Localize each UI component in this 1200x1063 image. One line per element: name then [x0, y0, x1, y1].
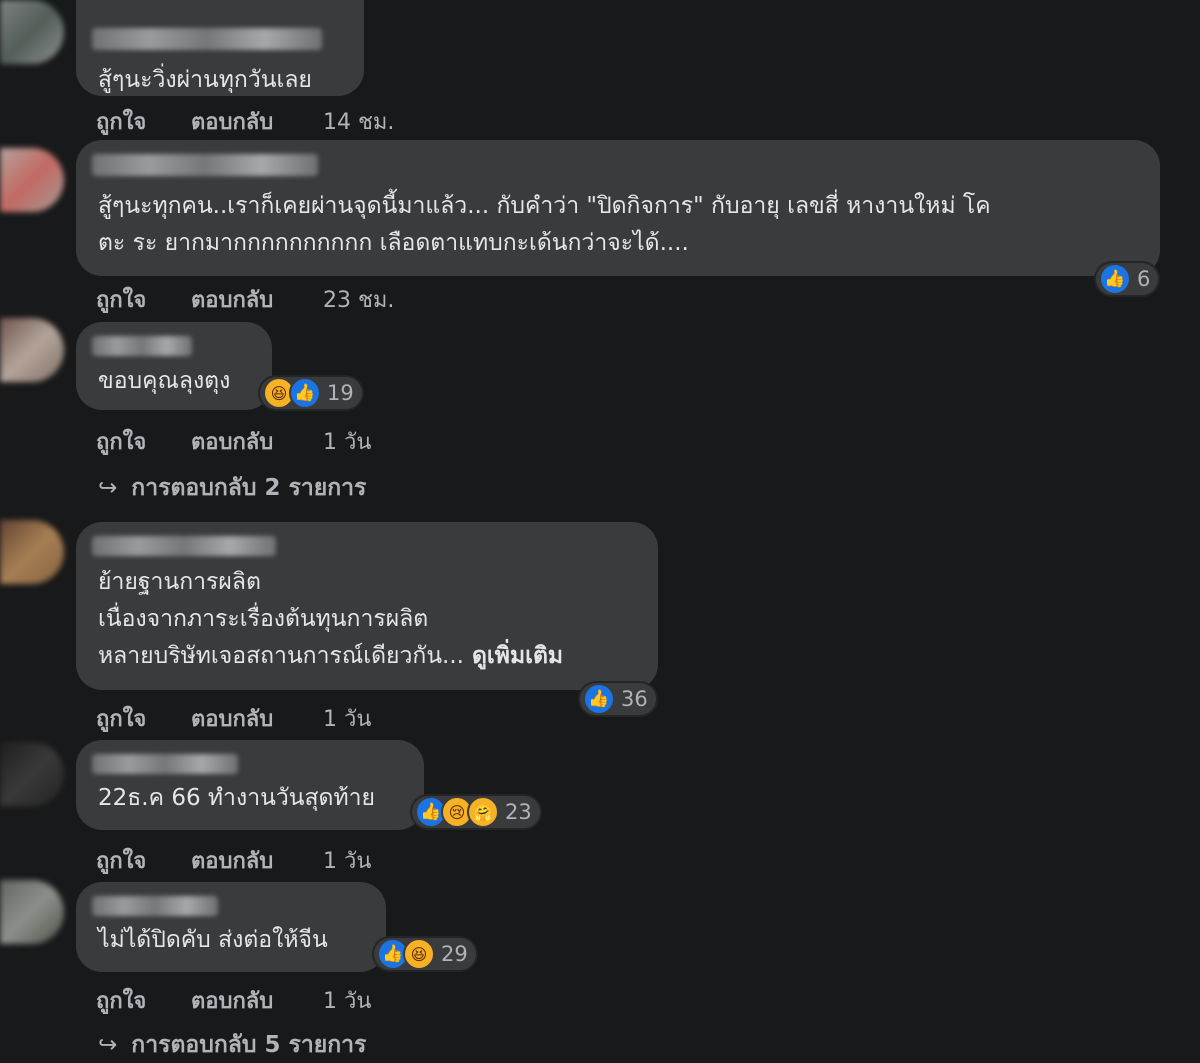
reply-button[interactable]: ตอบกลับ: [191, 983, 323, 1018]
comment-timestamp[interactable]: 1 วัน: [323, 424, 371, 459]
like-button[interactable]: ถูกใจ: [96, 983, 191, 1018]
reaction-count: 6: [1137, 267, 1151, 291]
reply-button[interactable]: ตอบกลับ: [191, 424, 323, 459]
comment-text: สู้ๆนะวิ่งผ่านทุกวันเลย: [98, 67, 312, 93]
comment-bubble: 22ธ.ค 66 ทำงานวันสุดท้าย: [76, 740, 424, 830]
like-button[interactable]: ถูกใจ: [96, 424, 191, 459]
comment-actions: ถูกใจ ตอบกลับ 1 วัน: [96, 701, 371, 736]
reaction-summary[interactable]: 👍 6: [1096, 263, 1159, 295]
comment-actions: ถูกใจ ตอบกลับ 1 วัน: [96, 424, 371, 459]
view-replies-label: การตอบกลับ 5 รายการ: [131, 1032, 367, 1058]
view-replies-label: การตอบกลับ 2 รายการ: [131, 475, 367, 501]
reply-button[interactable]: ตอบกลับ: [191, 843, 323, 878]
comment-bubble: สู้ๆนะทุกคน..เราก็เคยผ่านจุดนี้มาแล้ว...…: [76, 140, 1160, 276]
reply-arrow-icon: ↪: [98, 475, 118, 501]
commenter-name[interactable]: [92, 754, 238, 774]
like-button[interactable]: ถูกใจ: [96, 282, 191, 317]
comment-bubble: ย้ายฐานการผลิต เนื่องจากภาระเรื่องต้นทุน…: [76, 522, 658, 690]
commenter-name[interactable]: [92, 28, 322, 50]
reaction-summary[interactable]: 😆 👍 19: [260, 377, 362, 409]
comment-actions: ถูกใจ ตอบกลับ 14 ชม.: [96, 104, 394, 139]
commenter-name[interactable]: [92, 336, 192, 356]
reaction-count: 36: [621, 687, 648, 711]
commenter-name[interactable]: [92, 536, 276, 556]
comment-timestamp[interactable]: 1 วัน: [323, 701, 371, 736]
reaction-count: 29: [441, 942, 468, 966]
avatar[interactable]: [0, 0, 64, 64]
avatar[interactable]: [0, 880, 64, 944]
comment-text: ขอบคุณลุงตุง: [98, 368, 231, 394]
comment-actions: ถูกใจ ตอบกลับ 23 ชม.: [96, 282, 394, 317]
comment-body: ย้ายฐานการผลิต เนื่องจากภาระเรื่องต้นทุน…: [98, 569, 464, 669]
view-replies-link[interactable]: ↪ การตอบกลับ 2 รายการ: [98, 470, 366, 506]
comment-text: 22ธ.ค 66 ทำงานวันสุดท้าย: [98, 785, 375, 811]
avatar[interactable]: [0, 148, 64, 212]
like-button[interactable]: ถูกใจ: [96, 843, 191, 878]
avatar[interactable]: [0, 318, 64, 382]
comment-timestamp[interactable]: 1 วัน: [323, 843, 371, 878]
reply-button[interactable]: ตอบกลับ: [191, 282, 323, 317]
comment-text: ย้ายฐานการผลิต เนื่องจากภาระเรื่องต้นทุน…: [98, 564, 636, 675]
like-icon: 👍: [583, 683, 615, 715]
avatar[interactable]: [0, 742, 64, 806]
like-icon: 👍: [289, 377, 321, 409]
like-icon: 👍: [1099, 263, 1131, 295]
like-button[interactable]: ถูกใจ: [96, 104, 191, 139]
avatar[interactable]: [0, 520, 64, 584]
comment-actions: ถูกใจ ตอบกลับ 1 วัน: [96, 843, 371, 878]
haha-icon: 😆: [403, 938, 435, 970]
comment-timestamp[interactable]: 23 ชม.: [323, 282, 394, 317]
reaction-count: 23: [505, 800, 532, 824]
view-replies-link[interactable]: ↪ การตอบกลับ 5 รายการ: [98, 1027, 366, 1063]
reply-button[interactable]: ตอบกลับ: [191, 104, 323, 139]
reaction-summary[interactable]: 👍 36: [580, 683, 656, 715]
comment-text: ไม่ได้ปิดคับ ส่งต่อให้จีน: [98, 927, 328, 953]
reaction-count: 19: [327, 381, 354, 405]
reaction-summary[interactable]: 👍 😆 29: [374, 938, 476, 970]
comment-timestamp[interactable]: 14 ชม.: [323, 104, 394, 139]
reply-arrow-icon: ↪: [98, 1032, 118, 1058]
comment-timestamp[interactable]: 1 วัน: [323, 983, 371, 1018]
commenter-name[interactable]: [92, 154, 318, 176]
comment-text: สู้ๆนะทุกคน..เราก็เคยผ่านจุดนี้มาแล้ว...…: [98, 193, 991, 256]
comment-bubble: ไม่ได้ปิดคับ ส่งต่อให้จีน: [76, 882, 386, 972]
comment-bubble: ขอบคุณลุงตุง: [76, 322, 272, 410]
see-more-link[interactable]: ดูเพิ่มเติม: [472, 643, 563, 669]
commenter-name[interactable]: [92, 896, 218, 916]
like-button[interactable]: ถูกใจ: [96, 701, 191, 736]
comment-bubble: สู้ๆนะวิ่งผ่านทุกวันเลย: [76, 0, 364, 96]
reaction-summary[interactable]: 👍 😢 🤗 23: [412, 796, 540, 828]
reply-button[interactable]: ตอบกลับ: [191, 701, 323, 736]
care-icon: 🤗: [467, 796, 499, 828]
comment-actions: ถูกใจ ตอบกลับ 1 วัน: [96, 983, 371, 1018]
